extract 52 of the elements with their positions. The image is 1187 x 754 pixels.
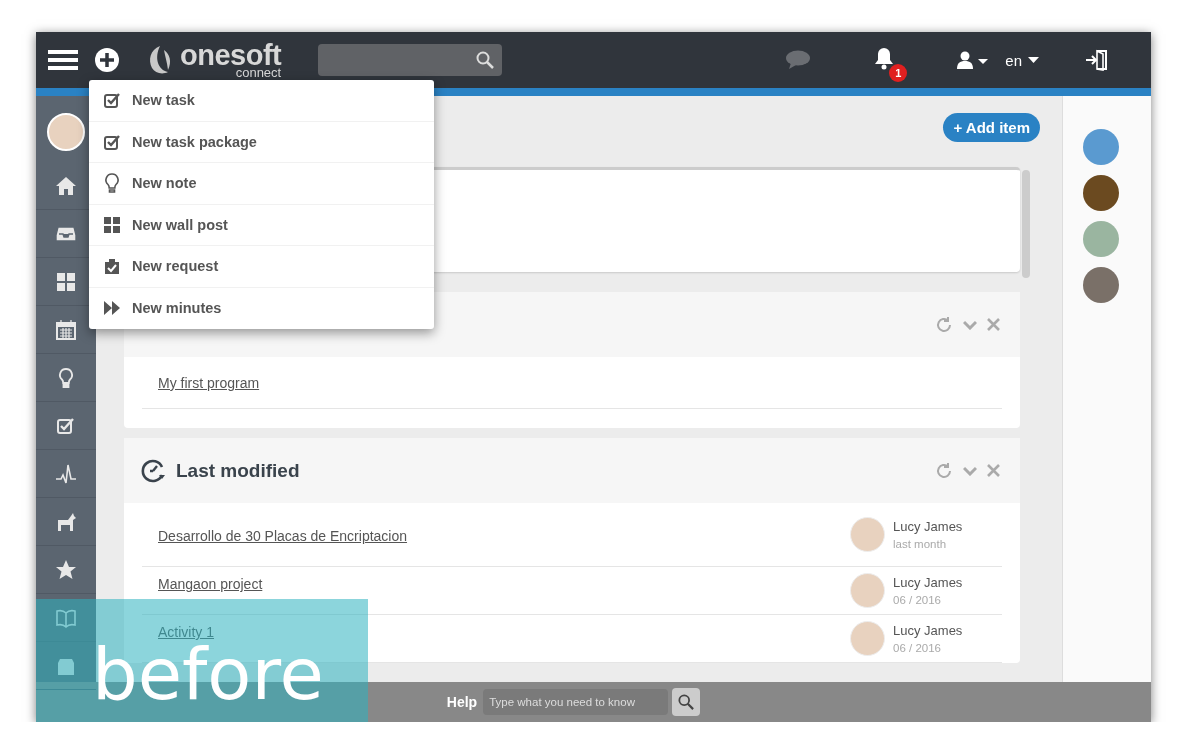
modified-date: last month bbox=[893, 538, 948, 550]
user-avatar bbox=[850, 621, 885, 656]
modified-date: 06 / 2016 bbox=[893, 594, 942, 606]
bell-icon[interactable] bbox=[873, 46, 896, 70]
widget-title: Last modified bbox=[176, 459, 300, 482]
contact-avatar[interactable] bbox=[1083, 175, 1119, 211]
lightbulb-icon bbox=[103, 173, 121, 194]
menu-item[interactable]: New task package bbox=[89, 121, 434, 163]
modified-date: 06 / 2016 bbox=[893, 642, 942, 654]
caret-icon bbox=[1028, 57, 1039, 63]
user-name: Lucy James bbox=[893, 623, 963, 638]
before-label: before bbox=[92, 638, 324, 710]
menu-icon[interactable] bbox=[48, 49, 78, 71]
item-link[interactable]: Mangaon project bbox=[158, 576, 263, 592]
help-label: Help bbox=[446, 694, 478, 710]
search-field[interactable] bbox=[318, 44, 502, 76]
user-avatar bbox=[850, 517, 885, 552]
menu-item[interactable]: New request bbox=[89, 246, 434, 288]
star-icon[interactable] bbox=[55, 558, 77, 581]
clipboard-check-icon bbox=[103, 257, 121, 276]
user-name: Lucy James bbox=[893, 575, 963, 590]
item-link[interactable]: Desarrollo de 30 Placas de Encriptacion bbox=[158, 528, 408, 544]
calendar-icon[interactable] bbox=[55, 318, 77, 341]
add-item-button[interactable]: + Add item bbox=[943, 112, 1040, 142]
logout-icon[interactable] bbox=[1085, 49, 1109, 71]
pulse-icon[interactable] bbox=[55, 462, 77, 485]
search-icon bbox=[678, 694, 695, 710]
grid-icon[interactable] bbox=[55, 270, 77, 293]
user-menu-icon[interactable] bbox=[957, 51, 990, 69]
search-button[interactable] bbox=[672, 688, 701, 716]
grid-icon bbox=[103, 215, 121, 234]
help-search-field[interactable]: Type what you need to know bbox=[483, 689, 669, 715]
search-icon[interactable] bbox=[476, 51, 494, 69]
user-name: Lucy James bbox=[893, 519, 963, 534]
logo-subtext: connect bbox=[235, 66, 282, 79]
program-link[interactable]: My first program bbox=[158, 374, 260, 391]
menu-item[interactable]: New note bbox=[89, 163, 434, 205]
clock-icon bbox=[140, 457, 166, 484]
language-selector[interactable]: en bbox=[1005, 51, 1039, 69]
checkbox-icon bbox=[103, 91, 121, 110]
menu-item[interactable]: New minutes bbox=[89, 287, 434, 329]
contact-avatar[interactable] bbox=[1083, 267, 1119, 303]
user-avatar bbox=[850, 573, 885, 608]
menu-item[interactable]: New task bbox=[89, 80, 434, 122]
menu-item[interactable]: New wall post bbox=[89, 204, 434, 246]
user-avatar[interactable] bbox=[47, 113, 85, 151]
chat-bubble-icon[interactable] bbox=[785, 50, 812, 70]
notification-badge: 1 bbox=[889, 64, 908, 82]
scrollbar[interactable] bbox=[1022, 170, 1030, 278]
fast-forward-icon bbox=[103, 300, 121, 317]
add-circle-icon[interactable] bbox=[94, 47, 120, 73]
home-icon[interactable] bbox=[55, 174, 77, 197]
